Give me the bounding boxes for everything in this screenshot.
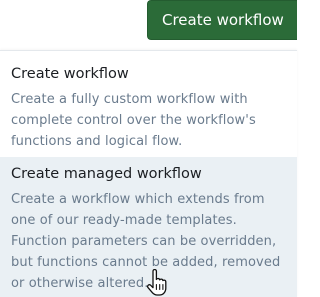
option-description: Create a fully custom workflow with comp…	[11, 92, 256, 149]
menu-option-create-workflow[interactable]: Create workflow Create a fully custom wo…	[0, 51, 297, 157]
option-title: Create workflow	[11, 66, 129, 82]
option-title: Create managed workflow	[11, 166, 202, 182]
create-workflow-menu: Create workflow Create a fully custom wo…	[0, 50, 297, 297]
workflow-create-area: Create workflow Create workflow Create a…	[0, 0, 297, 297]
hand-pointer-icon	[146, 269, 167, 296]
create-workflow-button[interactable]: Create workflow	[147, 0, 297, 40]
